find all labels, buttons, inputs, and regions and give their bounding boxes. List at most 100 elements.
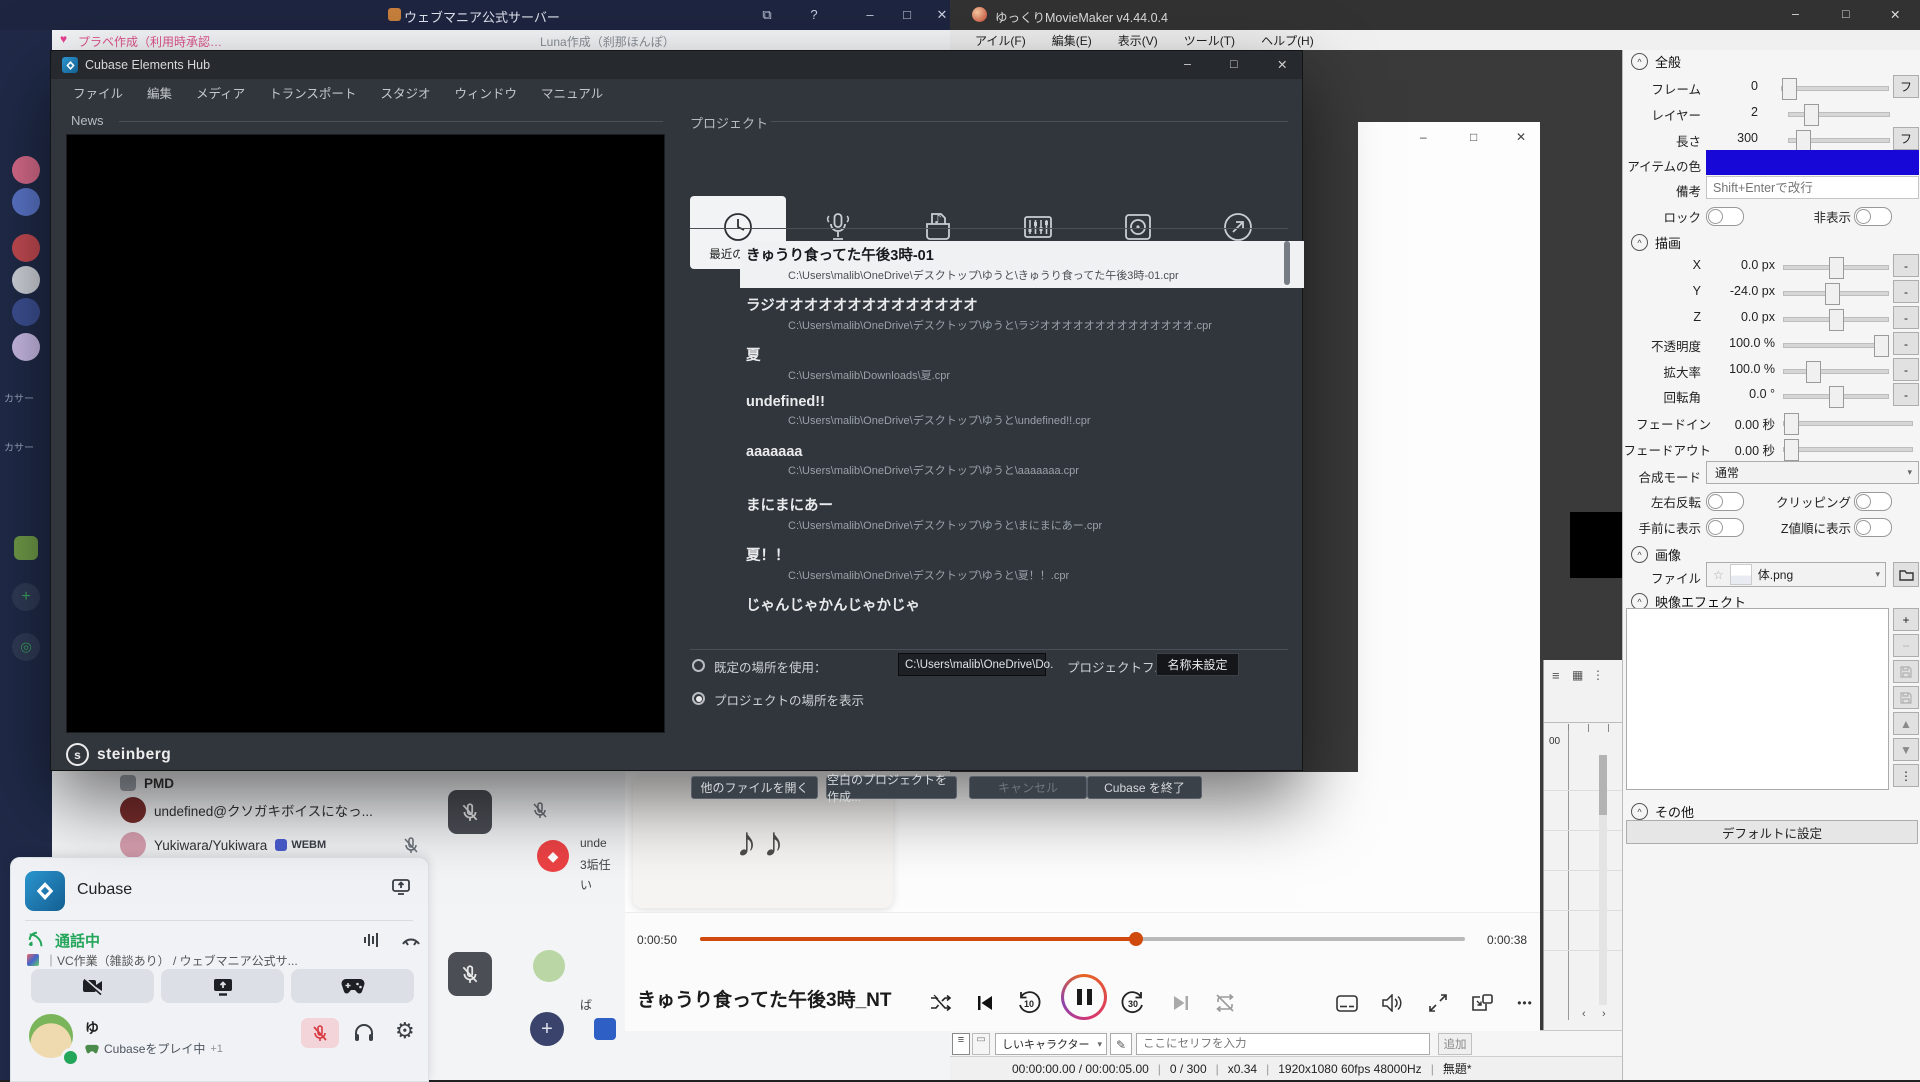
section-general[interactable]: ^全般 bbox=[1631, 52, 1681, 71]
app-tile-icon[interactable] bbox=[594, 1018, 616, 1040]
quit-cubase-button[interactable]: Cubase を終了 bbox=[1087, 776, 1202, 799]
effect-save-button[interactable] bbox=[1893, 660, 1919, 683]
length-value[interactable]: 300 bbox=[1713, 131, 1758, 145]
playhead[interactable] bbox=[1568, 730, 1569, 1020]
open-other-file-button[interactable]: 他のファイルを開く bbox=[691, 776, 818, 799]
server-icon[interactable] bbox=[14, 536, 38, 560]
project-item[interactable]: 夏C:\Users\malib\Downloads\夏.cpr bbox=[740, 341, 1304, 388]
image-file-select[interactable]: ☆ 体.png ▾ bbox=[1706, 562, 1886, 587]
cancel-button[interactable]: キャンセル bbox=[969, 776, 1087, 799]
serif-input[interactable] bbox=[1136, 1033, 1430, 1055]
activities-button[interactable] bbox=[291, 969, 414, 1003]
hidden-toggle[interactable] bbox=[1854, 207, 1892, 226]
flip-toggle[interactable] bbox=[1706, 492, 1744, 511]
y-extra-button[interactable]: - bbox=[1893, 280, 1919, 303]
grid-icon[interactable]: ▦ bbox=[1572, 668, 1583, 682]
effect-menu-button[interactable]: ⋮ bbox=[1893, 764, 1919, 787]
disconnect-call-icon[interactable] bbox=[401, 932, 421, 950]
project-item[interactable]: ラジオオオオオオオオオオオオオオC:\Users\malib\OneDrive\… bbox=[740, 291, 1304, 338]
z-extra-button[interactable]: - bbox=[1893, 306, 1919, 329]
menu-studio[interactable]: スタジオ bbox=[380, 83, 430, 102]
project-item[interactable]: まにまにあーC:\Users\malib\OneDrive\デスクトップ\ゆうと… bbox=[740, 491, 1304, 538]
menu-view[interactable]: 表示(V) bbox=[1118, 32, 1158, 49]
close-icon[interactable]: ✕ bbox=[932, 7, 952, 23]
collapse-icon[interactable]: ^ bbox=[1631, 53, 1648, 70]
menu-file[interactable]: アイル(F) bbox=[975, 32, 1026, 49]
maximize-icon[interactable]: □ bbox=[1230, 57, 1238, 71]
maximize-icon[interactable]: □ bbox=[1470, 130, 1477, 144]
seek-thumb[interactable] bbox=[1129, 932, 1143, 946]
avatar[interactable] bbox=[120, 797, 146, 823]
scale-slider[interactable] bbox=[1783, 369, 1889, 374]
scroll-right-icon[interactable]: › bbox=[1602, 1008, 1606, 1020]
rewind-10-button[interactable]: 10 bbox=[1013, 987, 1045, 1019]
fadein-slider[interactable] bbox=[1783, 421, 1913, 426]
soundboard-icon[interactable] bbox=[363, 932, 381, 948]
layer-value[interactable]: 2 bbox=[1713, 105, 1758, 119]
radio-show-location[interactable] bbox=[692, 692, 705, 705]
menu-help[interactable]: ヘルプ(H) bbox=[1261, 32, 1314, 49]
menu-media[interactable]: メディア bbox=[196, 83, 245, 102]
menu-window[interactable]: ウィンドウ bbox=[454, 83, 517, 102]
star-icon[interactable]: ☆ bbox=[1713, 568, 1724, 582]
fadein-value[interactable]: 0.00 秒 bbox=[1715, 414, 1775, 433]
screenshare-button[interactable] bbox=[161, 969, 284, 1003]
maximize-icon[interactable]: □ bbox=[897, 7, 917, 22]
project-item[interactable]: aaaaaaaC:\Users\malib\OneDrive\デスクトップ\ゆう… bbox=[740, 441, 1304, 488]
kebab-icon[interactable]: ⋮ bbox=[1592, 668, 1604, 682]
close-icon[interactable]: ✕ bbox=[1516, 130, 1526, 144]
server-icon[interactable] bbox=[12, 266, 40, 294]
browse-folder-button[interactable] bbox=[1893, 562, 1919, 587]
scale-value[interactable]: 100.0 % bbox=[1703, 362, 1775, 376]
avatar[interactable] bbox=[533, 950, 565, 982]
server-icon[interactable] bbox=[12, 234, 40, 262]
lock-toggle[interactable] bbox=[1706, 207, 1744, 226]
avatar[interactable] bbox=[120, 832, 146, 858]
x-slider[interactable] bbox=[1783, 265, 1889, 270]
captions-button[interactable] bbox=[1331, 987, 1363, 1019]
attach-plus-icon[interactable]: + bbox=[530, 1012, 564, 1046]
add-caption-button[interactable]: 追加 bbox=[1438, 1033, 1472, 1055]
front-toggle[interactable] bbox=[1706, 518, 1744, 537]
radio-show-label[interactable]: プロジェクトの場所を表示 bbox=[714, 690, 864, 709]
hamburger-icon[interactable]: ≡ bbox=[1552, 668, 1560, 683]
settings-gear-icon[interactable]: ⚙ bbox=[395, 1018, 415, 1044]
close-icon[interactable]: ✕ bbox=[1890, 7, 1900, 22]
collapse-icon[interactable]: ^ bbox=[1631, 546, 1648, 563]
stream-icon[interactable] bbox=[391, 876, 411, 896]
timeline-tab-list[interactable]: ≡ bbox=[952, 1033, 970, 1055]
repeat-off-button[interactable] bbox=[1209, 987, 1241, 1019]
minimize-icon[interactable]: – bbox=[1792, 7, 1799, 21]
next-button[interactable] bbox=[1165, 987, 1197, 1019]
collapse-icon[interactable]: ^ bbox=[1631, 234, 1648, 251]
edit-pen-icon[interactable]: ✎ bbox=[1110, 1033, 1132, 1055]
miniplayer-button[interactable] bbox=[1466, 987, 1498, 1019]
scale-extra-button[interactable]: - bbox=[1893, 358, 1919, 381]
section-draw[interactable]: ^描画 bbox=[1631, 233, 1681, 252]
explore-servers-icon[interactable]: ◎ bbox=[12, 633, 40, 661]
add-server-icon[interactable]: + bbox=[12, 583, 40, 611]
scroll-left-icon[interactable]: ‹ bbox=[1582, 1008, 1586, 1020]
volume-button[interactable] bbox=[1377, 987, 1409, 1019]
seek-bar[interactable] bbox=[700, 937, 1465, 941]
collapse-icon[interactable]: ^ bbox=[1631, 803, 1648, 820]
message-row[interactable]: PMD bbox=[120, 768, 174, 798]
maximize-icon[interactable]: □ bbox=[1842, 7, 1850, 21]
fadeout-value[interactable]: 0.00 秒 bbox=[1715, 440, 1775, 459]
character-select[interactable]: しいキャラクター ▾ bbox=[995, 1033, 1107, 1055]
create-empty-button[interactable]: 空白のプロジェクトを作成... bbox=[826, 776, 957, 799]
headphones-icon[interactable] bbox=[353, 1022, 375, 1044]
item-color-swatch[interactable] bbox=[1706, 150, 1919, 175]
effect-remove-button[interactable]: − bbox=[1893, 634, 1919, 657]
default-path-field[interactable]: C:\Users\malib\OneDrive\Do. bbox=[898, 653, 1046, 676]
effects-list[interactable] bbox=[1626, 608, 1889, 790]
frame-value[interactable]: 0 bbox=[1713, 79, 1758, 93]
close-icon[interactable]: ✕ bbox=[1277, 57, 1287, 72]
radio-default-label[interactable]: 既定の場所を使用： bbox=[714, 657, 827, 676]
opacity-slider[interactable] bbox=[1783, 343, 1889, 348]
fullscreen-button[interactable] bbox=[1422, 987, 1454, 1019]
server-icon[interactable] bbox=[12, 156, 40, 184]
zorder-toggle[interactable] bbox=[1854, 518, 1892, 537]
frame-extra-button[interactable]: フ bbox=[1893, 75, 1919, 98]
project-name-field[interactable]: 名称未設定 bbox=[1156, 653, 1239, 676]
